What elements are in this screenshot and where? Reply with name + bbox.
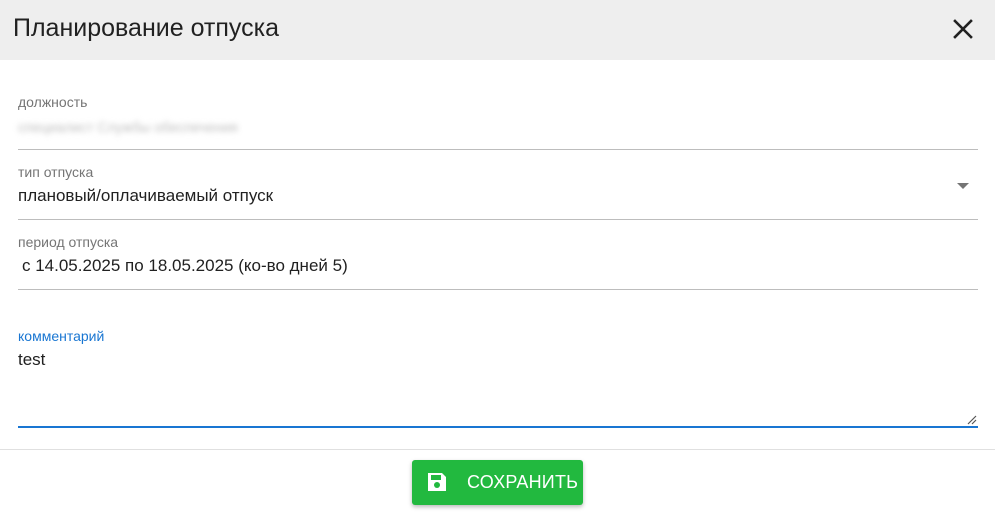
dialog-header: Планирование отпуска	[0, 0, 995, 60]
footer-divider	[0, 449, 995, 450]
position-label: должность	[18, 94, 88, 110]
position-value: специалист Службы обеспечения	[18, 119, 238, 135]
vacation-planning-dialog: Планирование отпуска должность специалис…	[0, 0, 995, 513]
vacation-period-value: с 14.05.2025 по 18.05.2025 (ко-во дней 5…	[22, 256, 348, 275]
comment-textarea[interactable]	[18, 350, 958, 420]
position-field: должность специалист Службы обеспечения	[18, 90, 978, 150]
close-button[interactable]	[948, 14, 978, 44]
resize-handle-icon[interactable]	[965, 413, 977, 425]
comment-label: комментарий	[18, 328, 105, 344]
vacation-period-field[interactable]: период отпуска с 14.05.2025 по 18.05.202…	[18, 230, 978, 290]
save-button-label: СОХРАНИТЬ	[467, 472, 579, 492]
vacation-type-label: тип отпуска	[18, 164, 94, 180]
vacation-type-select[interactable]: тип отпуска плановый/оплачиваемый отпуск	[18, 160, 978, 220]
chevron-down-icon[interactable]	[956, 181, 970, 191]
close-icon	[953, 19, 973, 39]
floppy-disk-icon	[428, 473, 446, 491]
dialog-title: Планирование отпуска	[13, 14, 280, 42]
vacation-period-label: период отпуска	[18, 234, 119, 250]
vacation-type-value: плановый/оплачиваемый отпуск	[18, 186, 274, 205]
save-button[interactable]: СОХРАНИТЬ	[412, 460, 583, 505]
comment-field: комментарий	[18, 326, 978, 428]
